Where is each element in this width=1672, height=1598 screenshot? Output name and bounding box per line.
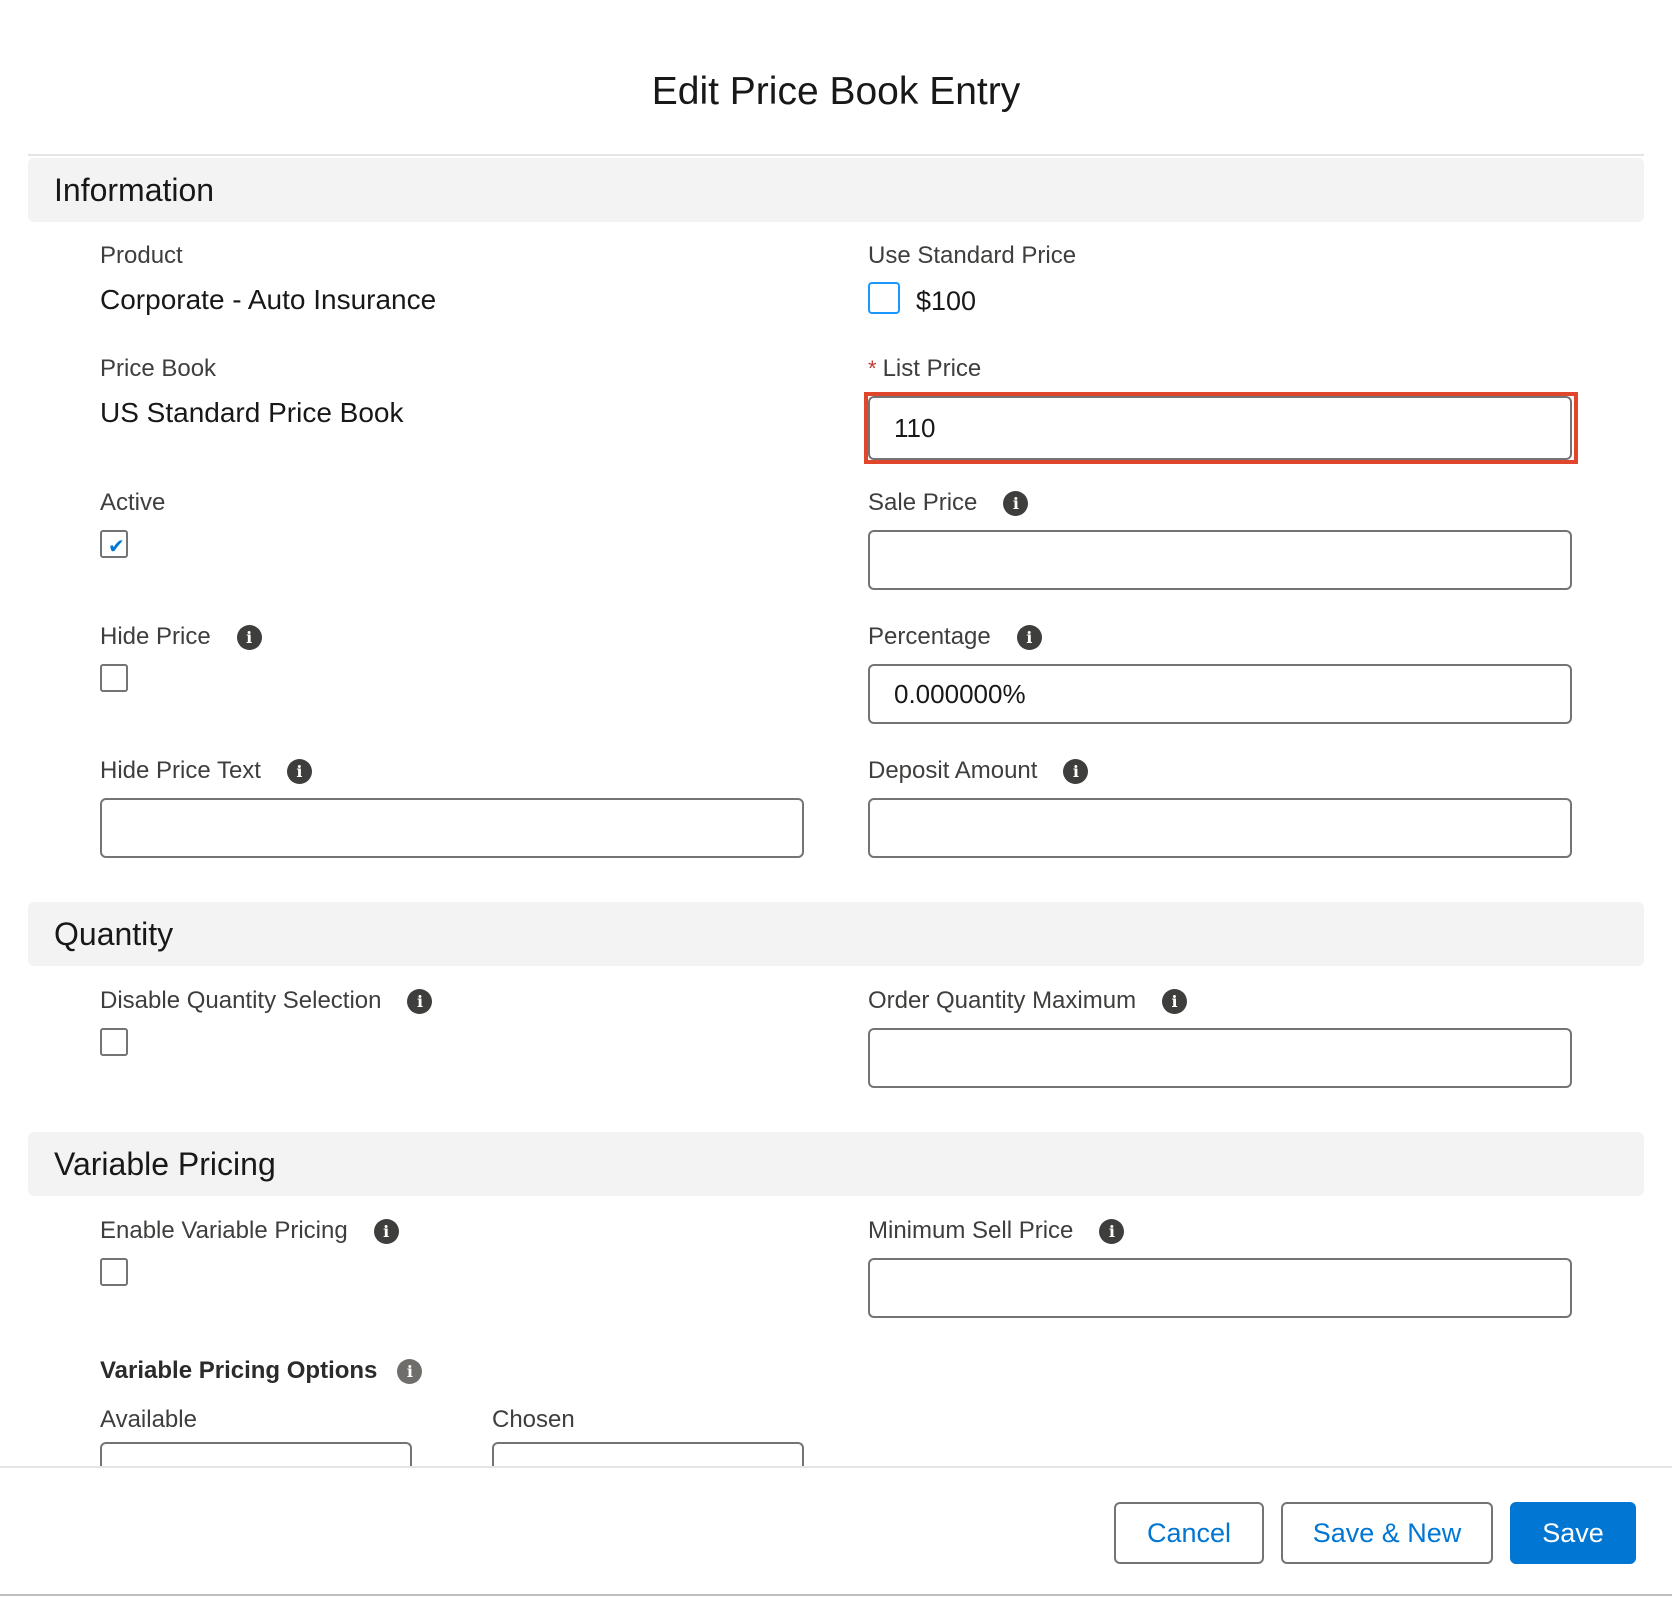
product-label: Product <box>100 242 183 270</box>
hide-price-text-label: Hide Price Text i <box>100 757 312 785</box>
section-title-quantity: Quantity <box>54 916 174 952</box>
edit-price-book-entry-modal: Edit Price Book Entry Information Produc… <box>0 0 1672 1598</box>
sale-price-label: Sale Price i <box>868 489 1029 517</box>
footer-divider <box>0 1466 1672 1468</box>
order-quantity-max-label: Order Quantity Maximum i <box>868 987 1188 1015</box>
disable-quantity-label-text: Disable Quantity Selection <box>100 987 382 1014</box>
use-standard-price-checkbox[interactable] <box>868 282 900 314</box>
info-icon[interactable]: i <box>1162 988 1188 1014</box>
active-checkbox[interactable]: ✔ <box>100 530 128 558</box>
price-book-label: Price Book <box>100 355 216 383</box>
price-book-value: US Standard Price Book <box>100 397 404 428</box>
save-and-new-button[interactable]: Save & New <box>1281 1502 1493 1564</box>
hide-price-text-input[interactable] <box>100 798 804 858</box>
sale-price-label-text: Sale Price <box>868 489 978 516</box>
minimum-sell-price-input[interactable] <box>868 1258 1572 1318</box>
disable-quantity-label: Disable Quantity Selection i <box>100 987 433 1015</box>
sale-price-input[interactable] <box>868 530 1572 590</box>
percentage-label-text: Percentage <box>868 623 991 650</box>
section-title-variable-pricing: Variable Pricing <box>54 1146 276 1182</box>
info-icon[interactable]: i <box>1063 758 1089 784</box>
percentage-input[interactable] <box>868 664 1572 724</box>
modal-title: Edit Price Book Entry <box>651 70 1021 113</box>
info-icon[interactable]: i <box>373 1218 399 1244</box>
section-title-information: Information <box>54 172 215 208</box>
info-icon[interactable]: i <box>407 988 433 1014</box>
enable-variable-pricing-checkbox[interactable] <box>100 1258 128 1286</box>
available-label-text: Available <box>100 1406 197 1433</box>
info-icon[interactable]: i <box>286 758 312 784</box>
enable-variable-pricing-label: Enable Variable Pricing i <box>100 1217 399 1245</box>
enable-variable-pricing-label-text: Enable Variable Pricing <box>100 1217 348 1244</box>
product-value: Corporate - Auto Insurance <box>100 284 437 315</box>
variable-pricing-options-label: Variable Pricing Options i <box>100 1357 423 1385</box>
hide-price-checkbox[interactable] <box>100 664 128 692</box>
minimum-sell-price-label: Minimum Sell Price i <box>868 1217 1125 1245</box>
active-label-text: Active <box>100 489 166 516</box>
percentage-label: Percentage i <box>868 623 1042 651</box>
title-divider <box>28 154 1644 156</box>
use-standard-price-label: Use Standard Price <box>868 242 1076 270</box>
section-header-variable-pricing[interactable]: Variable Pricing <box>28 1132 1644 1196</box>
bottom-divider <box>0 1594 1672 1596</box>
standard-price-value: $100 <box>916 286 977 316</box>
minimum-sell-price-label-text: Minimum Sell Price <box>868 1217 1074 1244</box>
info-icon[interactable]: i <box>236 624 262 650</box>
info-icon[interactable]: i <box>1016 624 1042 650</box>
hide-price-label: Hide Price i <box>100 623 262 651</box>
list-price-label-text: List Price <box>882 355 982 382</box>
info-icon[interactable]: i <box>1003 490 1029 516</box>
product-label-text: Product <box>100 242 183 269</box>
chosen-label: Chosen <box>492 1406 575 1434</box>
info-icon[interactable]: i <box>397 1358 423 1384</box>
available-label: Available <box>100 1406 197 1434</box>
deposit-amount-label: Deposit Amount i <box>868 757 1089 785</box>
deposit-amount-input[interactable] <box>868 798 1572 858</box>
deposit-amount-label-text: Deposit Amount <box>868 757 1038 784</box>
hide-price-label-text: Hide Price <box>100 623 211 650</box>
save-button[interactable]: Save <box>1510 1502 1636 1564</box>
price-book-label-text: Price Book <box>100 355 217 382</box>
variable-pricing-options-label-text: Variable Pricing Options <box>100 1357 378 1384</box>
active-label: Active <box>100 489 165 517</box>
list-price-label: * List Price <box>868 355 981 383</box>
list-price-input[interactable] <box>868 396 1572 460</box>
section-header-information[interactable]: Information <box>28 158 1644 222</box>
order-quantity-max-input[interactable] <box>868 1028 1572 1088</box>
cancel-button[interactable]: Cancel <box>1114 1502 1264 1564</box>
checkmark-icon: ✔ <box>108 534 125 558</box>
chosen-label-text: Chosen <box>492 1406 575 1433</box>
disable-quantity-checkbox[interactable] <box>100 1028 128 1056</box>
required-indicator: * <box>868 356 877 381</box>
hide-price-text-label-text: Hide Price Text <box>100 757 261 784</box>
use-standard-price-label-text: Use Standard Price <box>868 242 1077 269</box>
info-icon[interactable]: i <box>1099 1218 1125 1244</box>
order-quantity-max-label-text: Order Quantity Maximum <box>868 987 1137 1014</box>
section-header-quantity[interactable]: Quantity <box>28 902 1644 966</box>
